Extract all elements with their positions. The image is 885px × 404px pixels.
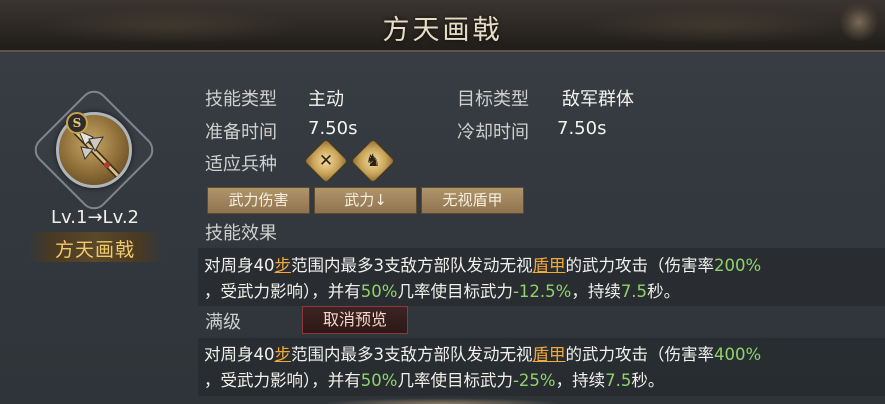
title-bar: 方天画戟 bbox=[0, 0, 885, 52]
max-level-title: 满级 bbox=[205, 312, 241, 333]
prep-time-value: 7.50s bbox=[308, 118, 358, 139]
skill-type-label: 技能类型 bbox=[205, 89, 277, 110]
effect-section-title: 技能效果 bbox=[205, 223, 277, 244]
cooldown-label: 冷却时间 bbox=[457, 122, 529, 143]
cooldown-value: 7.50s bbox=[557, 118, 607, 139]
skill-name-plate: 方天画戟 bbox=[28, 232, 162, 262]
target-type-label: 目标类型 bbox=[457, 89, 529, 110]
max-level-description: 对周身40步范围内最多3支敌方部队发动无视盾甲的武力攻击（伤害率400% ，受武力… bbox=[204, 345, 762, 390]
troop-type-label: 适应兵种 bbox=[205, 154, 277, 175]
cavalry-horse-glyph: ♞ bbox=[365, 151, 381, 171]
cancel-preview-button[interactable]: 取消预览 bbox=[302, 306, 408, 334]
skill-icon-frame: S bbox=[28, 84, 160, 216]
tag-damage-type: 武力伤害 bbox=[207, 187, 310, 214]
corner-ornament-icon bbox=[839, 2, 879, 42]
skill-detail-panel: 方天画戟 S Lv.1→Lv.2 方天画戟 技能类型 主动 目标类型 敌军群体 … bbox=[0, 0, 885, 404]
level-upgrade-text: Lv.1→Lv.2 bbox=[51, 207, 139, 228]
bottom-glow-decoration bbox=[320, 398, 565, 404]
tag-ignore-shield: 无视盾甲 bbox=[421, 187, 524, 214]
panel-title: 方天画戟 bbox=[382, 15, 503, 46]
prep-time-label: 准备时间 bbox=[205, 122, 277, 143]
skill-type-value: 主动 bbox=[308, 89, 344, 110]
target-type-value: 敌军群体 bbox=[562, 89, 634, 110]
tag-debuff: 武力↓ bbox=[314, 187, 417, 214]
crossed-weapons-glyph: ✕ bbox=[318, 151, 334, 171]
grade-s-badge: S bbox=[66, 112, 88, 134]
skill-name: 方天画戟 bbox=[54, 239, 135, 261]
effect-description: 对周身40步范围内最多3支敌方部队发动无视盾甲的武力攻击（伤害率200% ，受武力… bbox=[204, 256, 762, 301]
